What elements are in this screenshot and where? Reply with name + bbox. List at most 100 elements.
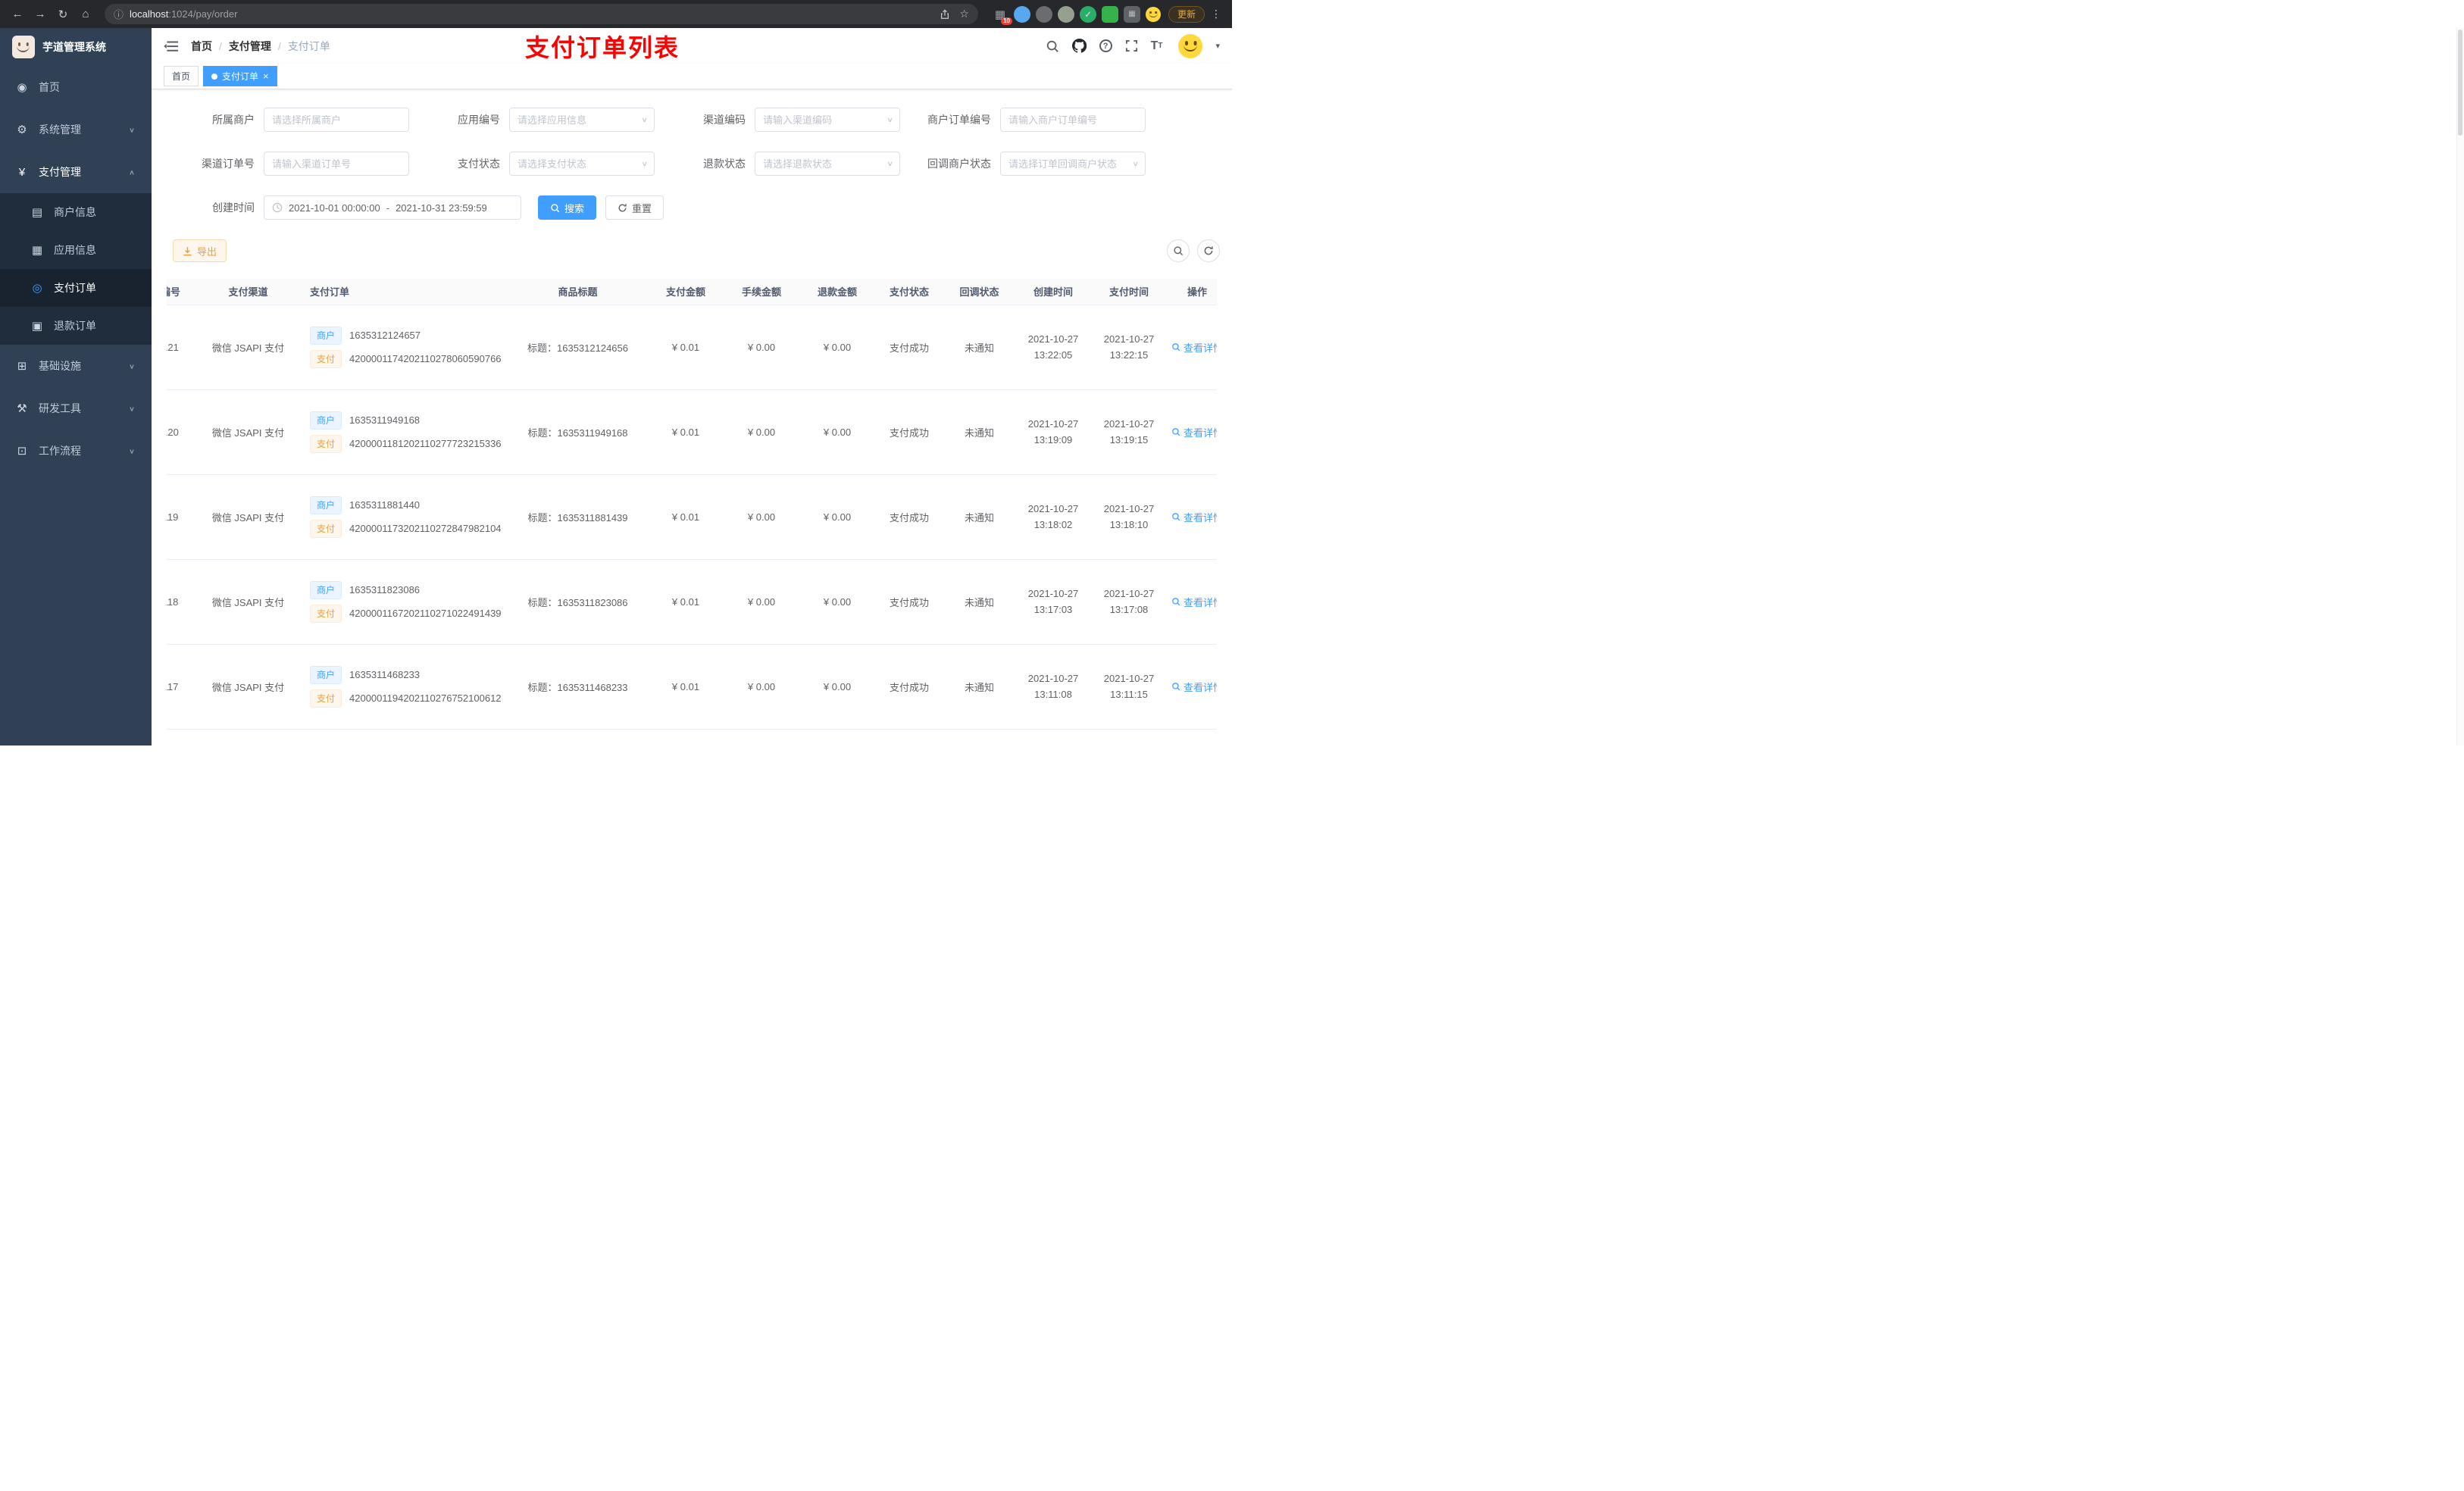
merchant-tag: 商户 — [310, 665, 342, 684]
export-button[interactable]: 导出 — [173, 239, 227, 262]
user-avatar[interactable] — [1178, 33, 1203, 58]
view-detail-link[interactable]: 查看详情 — [1171, 340, 1217, 355]
pay-status-select[interactable] — [509, 152, 655, 176]
browser-profile-avatar[interactable] — [1145, 6, 1161, 22]
table-row: 120 微信 JSAPI 支付 商户 1635311949168 支付 — [167, 389, 1217, 475]
link-label: 查看详情 — [1183, 511, 1217, 524]
app-select[interactable] — [509, 108, 655, 132]
sidebar-item-label: 退款订单 — [54, 320, 96, 332]
reset-button[interactable]: 重置 — [605, 195, 664, 220]
sidebar-item-pay[interactable]: ¥ 支付管理 ∧ — [0, 151, 152, 193]
breadcrumb-pay[interactable]: 支付管理 — [229, 39, 271, 54]
cell-refund — [799, 729, 875, 746]
sidebar-item-dev-tools[interactable]: ⚒ 研发工具 ∨ — [0, 387, 152, 430]
merchant-order-no-input[interactable] — [1000, 108, 1146, 132]
search-button[interactable]: 搜索 — [538, 195, 597, 220]
extension-icon-drop[interactable] — [1013, 5, 1030, 23]
font-size-icon[interactable]: TT — [1151, 39, 1163, 52]
search-icon[interactable] — [1046, 39, 1059, 53]
sidebar-fold-icon[interactable] — [164, 39, 179, 54]
header-status: 支付状态 — [875, 279, 943, 305]
extension-icon-grid[interactable]: ▦ 10 — [992, 6, 1012, 25]
refund-status-select[interactable] — [755, 152, 900, 176]
extensions-puzzle-icon[interactable]: ▦ — [1123, 5, 1140, 23]
view-detail-link[interactable]: 查看详情 — [1171, 425, 1217, 439]
field-label: 应用编号 — [458, 114, 500, 126]
sidebar-item-merchant-info[interactable]: ▤ 商户信息 — [0, 193, 152, 231]
tab-close-icon[interactable]: × — [263, 71, 269, 81]
browser-forward-button[interactable]: → — [30, 5, 50, 24]
cell-product-title: 标题：1635311823086 — [508, 559, 648, 645]
extension-icon-olive[interactable] — [1057, 5, 1074, 23]
tab-pay-order[interactable]: 支付订单 × — [203, 66, 277, 86]
header-title: 商品标题 — [508, 279, 648, 305]
browser-back-button[interactable]: ← — [8, 5, 27, 24]
help-icon[interactable]: ? — [1099, 39, 1112, 52]
sidebar-item-infra[interactable]: ⊞ 基础设施 ∨ — [0, 345, 152, 387]
create-date: 2021-10-27 — [1027, 587, 1079, 599]
document-icon: ▣ — [31, 320, 43, 333]
fullscreen-icon[interactable] — [1125, 39, 1138, 52]
search-icon — [1172, 683, 1180, 691]
view-detail-link[interactable]: 查看详情 — [1171, 510, 1217, 524]
app-logo[interactable]: 芋道管理系统 — [0, 28, 152, 66]
scrollbar-thumb[interactable] — [2458, 30, 2462, 136]
chrome-update-button[interactable]: 更新 — [1168, 5, 1205, 23]
chevron-down-icon: ∨ — [128, 447, 135, 455]
merchant-tag: 商户 — [310, 326, 342, 345]
browser-menu-icon[interactable]: ⋮ — [1208, 8, 1224, 20]
table-toolbar: 导出 — [173, 239, 1220, 262]
extension-icon-notes[interactable] — [1101, 5, 1118, 23]
cell-refund: ¥ 0.00 — [799, 389, 875, 475]
callback-status-select[interactable] — [1000, 152, 1146, 176]
pay-order-no: 4200001181202110277723215336 — [349, 438, 502, 449]
cell-order-id: 117 — [167, 644, 193, 730]
sidebar-item-home[interactable]: ◉ 首页 — [0, 66, 152, 108]
refresh-table-button[interactable] — [1197, 239, 1220, 262]
caret-down-icon[interactable]: ▾ — [1215, 41, 1220, 51]
filter-create-time: 创建时间 2021-10-01 00:00:00 - 2021-10-31 23… — [170, 195, 521, 220]
cell-refund: ¥ 0.00 — [799, 559, 875, 645]
sidebar-item-label: 商户信息 — [54, 206, 96, 218]
merchant-order-no: 1635312124657 — [349, 330, 421, 341]
sidebar-item-workflow[interactable]: ⊡ 工作流程 ∨ — [0, 430, 152, 472]
range-separator: - — [386, 202, 390, 214]
browser-home-button[interactable]: ⌂ — [76, 5, 95, 24]
create-time-range-picker[interactable]: 2021-10-01 00:00:00 - 2021-10-31 23:59:5… — [264, 195, 521, 220]
header-notify: 回调状态 — [943, 279, 1015, 305]
breadcrumb-home[interactable]: 首页 — [191, 39, 212, 54]
sidebar-item-app-info[interactable]: ▦ 应用信息 — [0, 231, 152, 269]
site-info-icon[interactable]: ⓘ — [114, 7, 124, 21]
merchant-select[interactable] — [264, 108, 409, 132]
extension-icon-check[interactable]: ✓ — [1079, 5, 1096, 23]
view-detail-link[interactable]: 查看详情 — [1171, 595, 1217, 609]
browser-reload-button[interactable]: ↻ — [53, 5, 73, 24]
tab-home[interactable]: 首页 — [164, 66, 199, 86]
filter-channel-order-no: 渠道订单号 — [170, 152, 409, 176]
create-time: 13:18:02 — [1033, 519, 1073, 530]
sidebar-item-label: 研发工具 — [39, 402, 81, 414]
range-start-value: 2021-10-01 00:00:00 — [289, 202, 380, 214]
extension-icon-dark[interactable] — [1035, 5, 1052, 23]
sidebar-item-system[interactable]: ⚙ 系统管理 ∨ — [0, 108, 152, 151]
cell-amount: ¥ 0.01 — [648, 389, 724, 475]
pay-time: 13:22:15 — [1109, 349, 1149, 361]
sidebar-item-pay-order[interactable]: ◎ 支付订单 — [0, 269, 152, 307]
merchant-tag: 商户 — [310, 411, 342, 430]
bookmark-star-icon[interactable]: ☆ — [959, 8, 969, 20]
channel-order-no-input[interactable] — [264, 152, 409, 176]
cell-pay-channel: 微信 JSAPI 支付 — [193, 644, 303, 730]
button-label: 重置 — [632, 202, 652, 214]
page-scrollbar[interactable] — [2456, 28, 2464, 746]
share-icon[interactable] — [940, 9, 950, 20]
page-content: 所属商户 应用编号 ∨ 渠道编码 ∨ 商户订单编号 — [152, 89, 1232, 746]
view-detail-link[interactable]: 查看详情 — [1171, 680, 1217, 694]
tool-icon: ⚒ — [17, 402, 27, 415]
cell-pay-status: 支付成功 — [875, 474, 943, 560]
channel-code-select[interactable] — [755, 108, 900, 132]
address-bar[interactable]: ⓘ localhost :1024/pay/order ☆ — [105, 4, 978, 24]
monitor-icon: ⊞ — [17, 360, 27, 373]
github-icon[interactable] — [1071, 39, 1087, 53]
sidebar-item-refund-order[interactable]: ▣ 退款订单 — [0, 307, 152, 345]
toggle-search-button[interactable] — [1167, 239, 1190, 262]
